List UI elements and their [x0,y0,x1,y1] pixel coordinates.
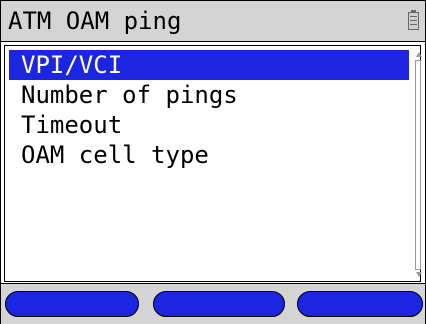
softkey-left[interactable] [5,291,139,317]
menu-panel: VPI/VCI Number of pings Timeout OAM cell… [4,45,422,282]
softkey-bar [1,283,425,324]
scrollbar[interactable] [415,60,421,270]
softkey-middle[interactable] [153,291,285,317]
scroll-up-arrow-icon[interactable] [416,52,422,57]
softkey-right[interactable] [297,291,423,317]
screen-title: ATM OAM ping [8,7,182,35]
battery-icon [408,10,419,30]
scroll-down-arrow-icon[interactable] [416,272,422,277]
menu-list: VPI/VCI Number of pings Timeout OAM cell… [9,50,409,170]
title-bar: ATM OAM ping [1,1,425,42]
menu-item-timeout[interactable]: Timeout [9,110,409,140]
menu-item-vpi-vci[interactable]: VPI/VCI [9,50,409,80]
device-screen: ATM OAM ping VPI/VCI Number of pings Tim… [0,0,426,324]
menu-item-oam-cell-type[interactable]: OAM cell type [9,140,409,170]
menu-item-number-of-pings[interactable]: Number of pings [9,80,409,110]
